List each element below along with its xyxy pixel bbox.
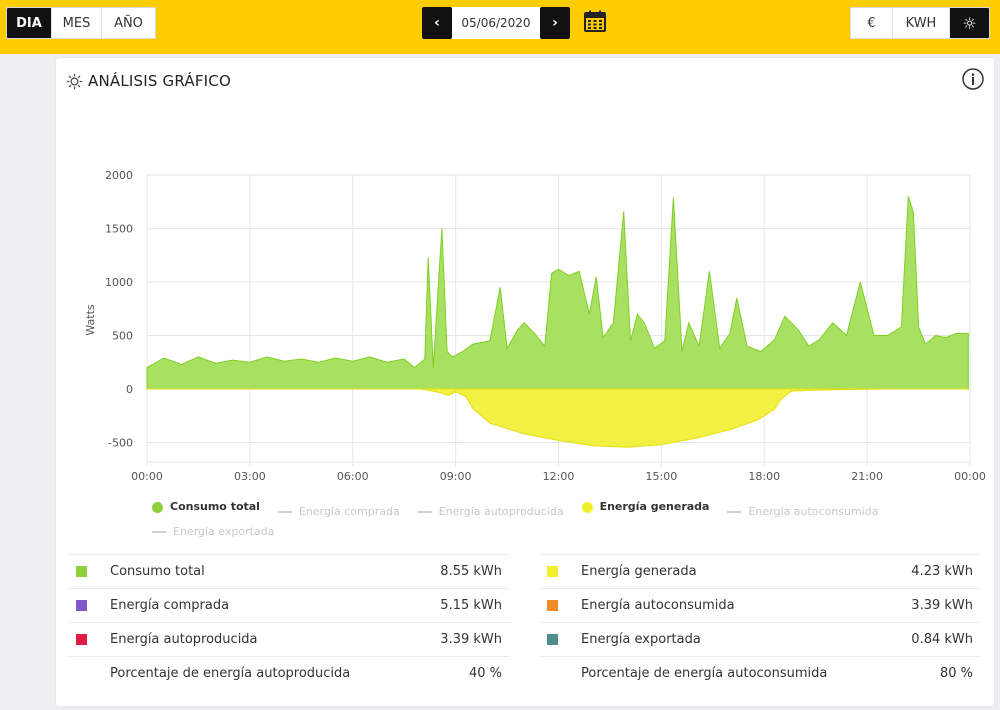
info-icon[interactable]	[962, 68, 984, 90]
unit-power-button[interactable]: ☼	[950, 8, 989, 38]
date-navigator: ‹ ›	[422, 7, 570, 39]
legend-label: Energía autoconsumida	[748, 504, 879, 518]
y-tick-label: 1500	[105, 223, 133, 236]
legend-item[interactable]: Energía generada	[581, 498, 710, 516]
stat-row: Porcentaje de energía autoproducida 40 %	[68, 656, 510, 690]
period-day-button[interactable]: DIA	[7, 8, 52, 38]
stat-row: Porcentaje de energía autoconsumida 80 %	[539, 656, 981, 690]
color-swatch	[547, 566, 558, 577]
legend-line-icon	[277, 510, 292, 513]
legend-dot-icon	[581, 501, 593, 513]
x-tick-label: 18:00	[748, 470, 780, 483]
x-tick-label: 09:00	[440, 470, 472, 483]
stat-label: Porcentaje de energía autoproducida	[110, 666, 351, 681]
x-tick-label: 06:00	[337, 470, 369, 483]
legend-line-icon	[417, 510, 432, 513]
stat-value: 3.39 kWh	[911, 598, 973, 613]
period-month-button[interactable]: MES	[52, 8, 102, 38]
unit-selector: € KWH ☼	[850, 7, 990, 39]
x-tick-label: 15:00	[646, 470, 678, 483]
x-tick-label: 21:00	[851, 470, 883, 483]
x-tick-label: 12:00	[543, 470, 575, 483]
stat-label: Energía generada	[581, 564, 697, 579]
color-swatch	[76, 600, 87, 611]
legend-item[interactable]: Energía autoproducida	[417, 503, 564, 521]
legend-item[interactable]: Consumo total	[152, 498, 260, 516]
y-tick-label: 1000	[105, 276, 133, 289]
legend-line-icon	[727, 510, 742, 513]
stat-row: Energía generada 4.23 kWh	[539, 554, 981, 588]
x-tick-label: 00:00	[954, 470, 986, 483]
chart-legend: Consumo total Energía comprada Energía aut…	[152, 498, 952, 541]
legend-item[interactable]: Energía exportada	[152, 523, 274, 541]
legend-item[interactable]: Energía autoconsumida	[727, 503, 878, 521]
legend-dot-icon	[152, 501, 163, 513]
series-area-energia-generada	[147, 388, 970, 448]
x-tick-label: 03:00	[234, 470, 266, 483]
stat-label: Energía comprada	[110, 598, 230, 613]
y-axis-label: Watts	[84, 304, 97, 336]
period-year-button[interactable]: AÑO	[102, 8, 155, 38]
y-tick-label: -500	[108, 437, 133, 450]
y-axis-ticks: 2000 1500 1000 500 0 -500	[105, 169, 133, 450]
unit-euro-button[interactable]: €	[851, 8, 893, 38]
legend-item[interactable]: Energía comprada	[277, 503, 400, 521]
y-tick-label: 0	[126, 383, 133, 396]
stat-value: 5.15 kWh	[440, 598, 502, 613]
legend-label: Energía autoproducida	[438, 504, 564, 518]
energy-chart: 2000 1500 1000 500 0 -500 00:00 03:00 06:00 09:0…	[84, 169, 986, 483]
calendar-icon[interactable]	[584, 10, 606, 32]
stat-row: Energía autoconsumida 3.39 kWh	[539, 588, 981, 622]
y-tick-label: 500	[112, 330, 133, 343]
next-day-button[interactable]: ›	[540, 7, 570, 39]
legend-label: Consumo total	[170, 500, 260, 513]
stat-label: Consumo total	[110, 564, 205, 579]
stat-value: 0.84 kWh	[911, 632, 973, 647]
stats-right: Energía generada 4.23 kWh Energía autocons…	[539, 554, 981, 690]
stats-left: Consumo total 8.55 kWh Energía comprada 5.1…	[68, 554, 510, 690]
x-axis-ticks: 00:00 03:00 06:00 09:00 12:00 15:00 18:00 21:00…	[131, 470, 986, 483]
stat-value: 40 %	[468, 666, 502, 681]
period-selector: DIA MES AÑO	[6, 7, 156, 39]
stat-value: 3.39 kWh	[440, 632, 502, 647]
top-toolbar: DIA MES AÑO ‹ › € KWH ☼	[0, 0, 1000, 54]
color-swatch	[547, 634, 558, 645]
color-swatch	[76, 634, 87, 645]
panel-title: ANÁLISIS GRÁFICO	[88, 72, 231, 90]
sun-icon	[66, 73, 83, 89]
legend-label: Energía comprada	[298, 504, 400, 518]
panel-header: ANÁLISIS GRÁFICO	[66, 72, 231, 90]
stat-value: 4.23 kWh	[911, 564, 973, 579]
unit-kwh-button[interactable]: KWH	[893, 8, 950, 38]
stat-label: Energía autoconsumida	[581, 598, 735, 613]
stat-label: Energía autoproducida	[110, 632, 258, 647]
series-area-consumo-total	[146, 196, 969, 390]
previous-day-button[interactable]: ‹	[422, 7, 452, 39]
color-swatch	[547, 600, 558, 611]
stat-label: Energía exportada	[581, 632, 701, 647]
stat-value: 80 %	[939, 666, 973, 681]
legend-line-icon	[152, 530, 166, 533]
legend-label: Energía generada	[599, 500, 710, 513]
stat-row: Energía comprada 5.15 kWh	[68, 588, 510, 622]
date-input[interactable]	[452, 7, 540, 39]
stat-row: Energía exportada 0.84 kWh	[539, 622, 981, 656]
stat-row: Energía autoproducida 3.39 kWh	[68, 622, 510, 656]
x-tick-label: 00:00	[131, 470, 163, 483]
y-tick-label: 2000	[105, 169, 133, 182]
stat-label: Porcentaje de energía autoconsumida	[581, 666, 828, 681]
stat-value: 8.55 kWh	[440, 564, 502, 579]
legend-label: Energía exportada	[173, 524, 275, 538]
color-swatch	[76, 566, 87, 577]
analysis-panel: ANÁLISIS GRÁFICO 2000 1500 1000 500 0 -500 00…	[56, 58, 994, 706]
stat-row: Consumo total 8.55 kWh	[68, 554, 510, 588]
